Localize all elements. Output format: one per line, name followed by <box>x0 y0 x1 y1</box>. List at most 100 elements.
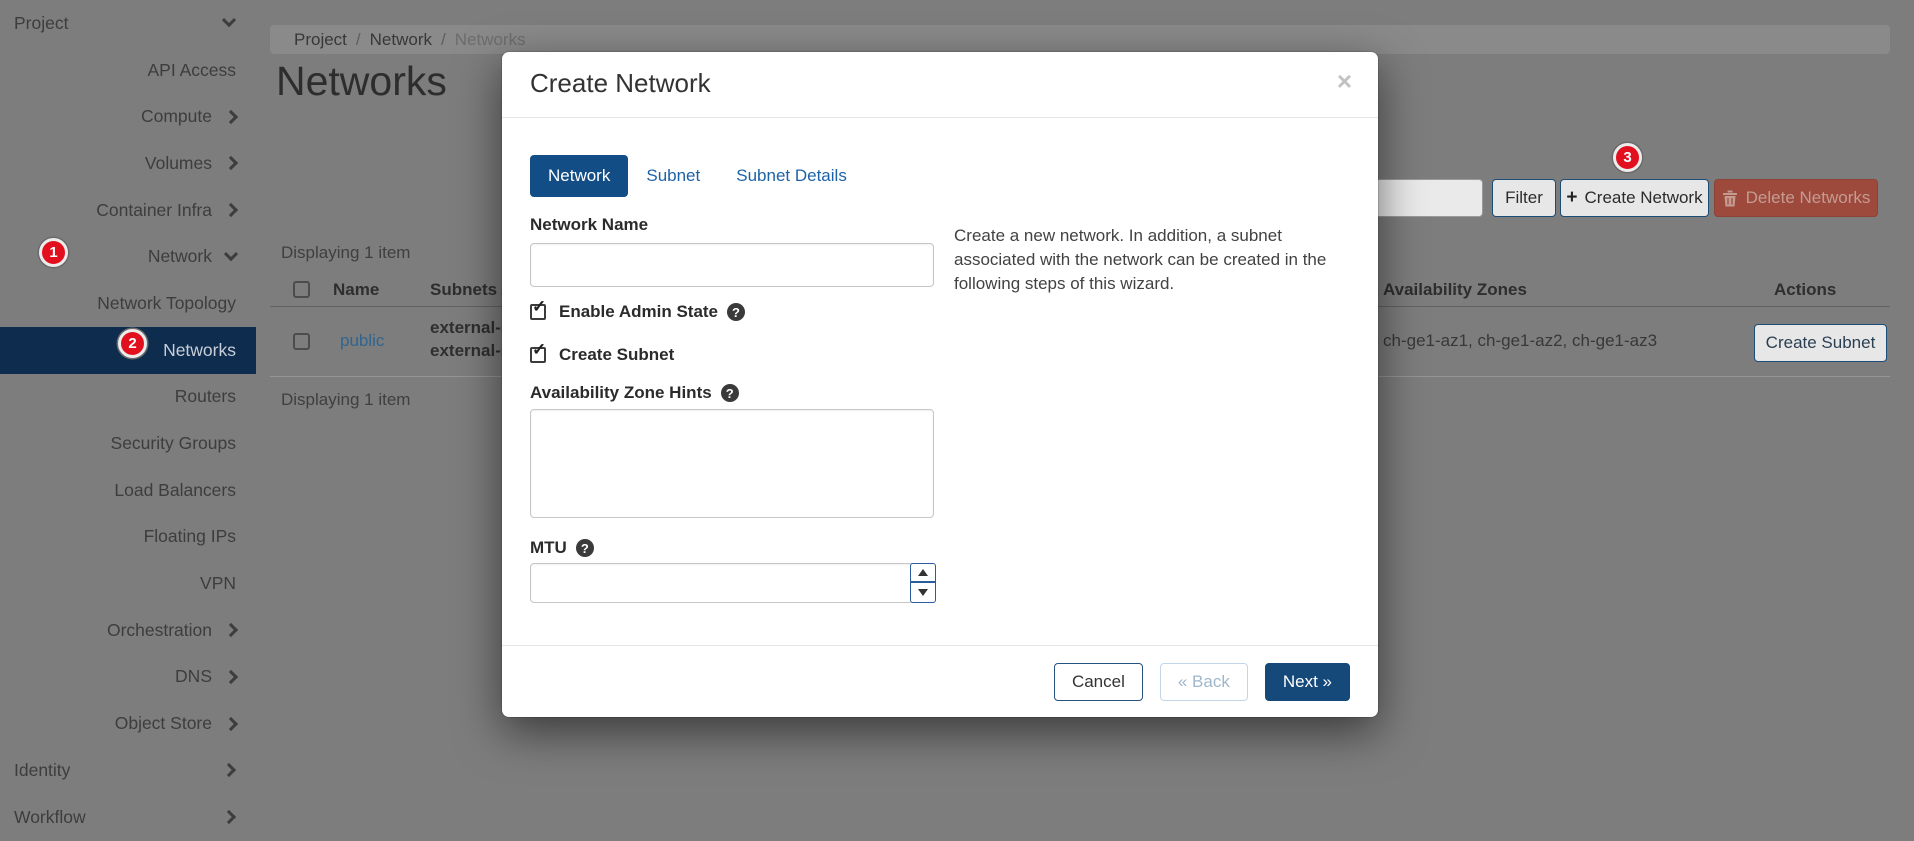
step-badge-3: 3 <box>1613 143 1642 172</box>
sidebar-item-label: Object Store <box>115 713 212 734</box>
chevron-right-icon <box>224 717 238 731</box>
filter-button[interactable]: Filter <box>1492 179 1556 217</box>
network-name-link[interactable]: public <box>340 331 384 351</box>
select-all-checkbox[interactable] <box>293 281 310 298</box>
sidebar: Project API Access Compute Volumes Conta… <box>0 0 256 841</box>
step-badge-2: 2 <box>118 329 147 358</box>
spinner-up-button[interactable] <box>911 564 935 583</box>
sidebar-item-identity[interactable]: Identity <box>0 747 256 794</box>
chevron-right-icon <box>224 623 238 637</box>
help-icon[interactable]: ? <box>727 303 745 321</box>
availability-zones-cell: ch-ge1-az1, ch-ge1-az2, ch-ge1-az3 <box>1383 331 1657 351</box>
sidebar-item-compute[interactable]: Compute <box>0 93 256 140</box>
column-header-actions: Actions <box>1774 280 1836 300</box>
sidebar-item-routers[interactable]: Routers <box>0 374 256 421</box>
network-name-label: Network Name <box>530 215 648 235</box>
create-subnet-row: ✓ Create Subnet <box>530 345 674 365</box>
column-header-name[interactable]: Name <box>333 280 379 300</box>
modal-help-text: Create a new network. In addition, a sub… <box>954 224 1366 296</box>
create-subnet-checkbox[interactable]: ✓ <box>530 347 546 363</box>
sidebar-item-label: Routers <box>175 386 236 407</box>
sidebar-item-label: Compute <box>141 106 212 127</box>
sidebar-item-network[interactable]: Network <box>0 233 256 280</box>
help-icon[interactable]: ? <box>576 539 594 557</box>
cancel-button[interactable]: Cancel <box>1054 663 1143 701</box>
tab-subnet[interactable]: Subnet <box>628 155 718 197</box>
breadcrumb-network[interactable]: Network <box>370 30 432 50</box>
sidebar-item-network-topology[interactable]: Network Topology <box>0 280 256 327</box>
mtu-label: MTU ? <box>530 538 594 558</box>
sidebar-item-label: Project <box>14 13 68 34</box>
sidebar-item-label: Floating IPs <box>144 526 236 547</box>
sidebar-item-volumes[interactable]: Volumes <box>0 140 256 187</box>
sidebar-item-security-groups[interactable]: Security Groups <box>0 420 256 467</box>
breadcrumb-current: Networks <box>455 30 526 50</box>
check-icon: ✓ <box>532 340 546 360</box>
row-checkbox[interactable] <box>293 333 310 350</box>
chevron-down-icon <box>224 247 238 261</box>
next-button[interactable]: Next » <box>1265 663 1350 701</box>
modal-tabs: Network Subnet Subnet Details <box>530 155 865 197</box>
chevron-right-icon <box>224 203 238 217</box>
tab-subnet-details[interactable]: Subnet Details <box>718 155 865 197</box>
chevron-right-icon <box>224 670 238 684</box>
create-network-button[interactable]: + Create Network <box>1560 179 1709 217</box>
table-count-top: Displaying 1 item <box>281 243 410 263</box>
sidebar-item-api-access[interactable]: API Access <box>0 47 256 94</box>
breadcrumb-separator: / <box>441 30 446 50</box>
sidebar-item-label: API Access <box>147 60 236 81</box>
check-icon: ✓ <box>532 297 546 317</box>
delete-networks-button[interactable]: Delete Networks <box>1714 179 1878 217</box>
breadcrumb-project[interactable]: Project <box>294 30 347 50</box>
breadcrumb: Project / Network / Networks <box>270 25 1890 54</box>
sidebar-item-dns[interactable]: DNS <box>0 654 256 701</box>
tab-network[interactable]: Network <box>530 155 628 197</box>
sidebar-item-label: Orchestration <box>107 620 212 641</box>
chevron-right-icon <box>224 110 238 124</box>
enable-admin-state-checkbox[interactable]: ✓ <box>530 304 546 320</box>
chevron-right-icon <box>222 810 236 824</box>
mtu-input[interactable] <box>530 563 934 603</box>
mtu-field <box>530 563 934 603</box>
chevron-right-icon <box>222 763 236 777</box>
step-badge-1: 1 <box>39 238 68 267</box>
enable-admin-state-label: Enable Admin State <box>559 302 718 322</box>
sidebar-item-workflow[interactable]: Workflow <box>0 794 256 841</box>
sidebar-item-container-infra[interactable]: Container Infra <box>0 187 256 234</box>
az-hints-textarea[interactable] <box>530 409 934 518</box>
trash-icon <box>1722 190 1738 207</box>
page-title: Networks <box>276 58 447 105</box>
arrow-up-icon <box>918 569 928 576</box>
create-network-modal: Create Network × Network Subnet Subnet D… <box>502 52 1378 717</box>
help-icon[interactable]: ? <box>721 384 739 402</box>
sidebar-item-object-store[interactable]: Object Store <box>0 700 256 747</box>
sidebar-item-label: Identity <box>14 760 70 781</box>
sidebar-item-vpn[interactable]: VPN <box>0 560 256 607</box>
sidebar-item-label: DNS <box>175 666 212 687</box>
mtu-spinner <box>910 563 936 603</box>
modal-title: Create Network <box>530 68 711 99</box>
plus-icon: + <box>1566 187 1577 209</box>
table-count-bottom: Displaying 1 item <box>281 390 410 410</box>
sidebar-item-label: Load Balancers <box>114 480 236 501</box>
sidebar-item-label: Container Infra <box>96 200 212 221</box>
sidebar-item-label: VPN <box>200 573 236 594</box>
network-name-input[interactable] <box>530 243 934 287</box>
sidebar-item-load-balancers[interactable]: Load Balancers <box>0 467 256 514</box>
sidebar-item-floating-ips[interactable]: Floating IPs <box>0 514 256 561</box>
spinner-down-button[interactable] <box>911 583 935 602</box>
modal-footer: Cancel « Back Next » <box>502 645 1378 717</box>
horizon-dashboard: Project API Access Compute Volumes Conta… <box>0 0 1914 841</box>
close-icon[interactable]: × <box>1337 68 1352 94</box>
sidebar-item-project[interactable]: Project <box>0 0 256 47</box>
sidebar-item-orchestration[interactable]: Orchestration <box>0 607 256 654</box>
column-header-availability-zones[interactable]: Availability Zones <box>1383 280 1527 300</box>
sidebar-item-label: Networks <box>163 340 236 361</box>
enable-admin-state-row: ✓ Enable Admin State ? <box>530 302 745 322</box>
back-button[interactable]: « Back <box>1160 663 1248 701</box>
arrow-down-icon <box>918 589 928 596</box>
sidebar-item-label: Network Topology <box>97 293 236 314</box>
sidebar-item-label: Workflow <box>14 807 86 828</box>
modal-header: Create Network × <box>502 52 1378 118</box>
create-subnet-button[interactable]: Create Subnet <box>1754 324 1887 362</box>
